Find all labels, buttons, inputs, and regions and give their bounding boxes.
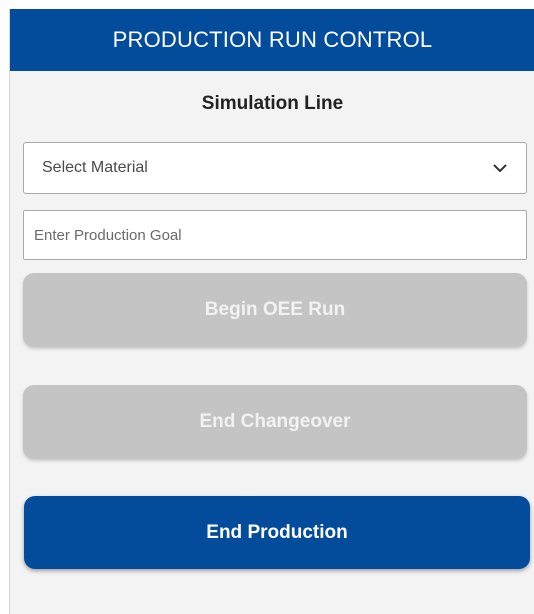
production-run-control-panel: PRODUCTION RUN CONTROL Simulation Line S… [9, 9, 534, 614]
chevron-down-icon [492, 160, 508, 176]
end-changeover-label: End Changeover [199, 411, 351, 432]
line-name: Simulation Line [201, 93, 344, 114]
material-select-value: Select Material [42, 159, 148, 176]
begin-oee-run-button[interactable]: Begin OEE Run [23, 273, 527, 347]
end-changeover-button[interactable]: End Changeover [23, 385, 527, 459]
end-production-label: End Production [206, 521, 348, 543]
begin-oee-run-label: Begin OEE Run [204, 299, 346, 320]
panel-title: PRODUCTION RUN CONTROL [112, 27, 433, 52]
production-goal-input[interactable] [23, 210, 527, 260]
material-select[interactable]: Select Material [23, 142, 527, 194]
end-production-button[interactable]: End Production [24, 496, 530, 569]
panel-header: PRODUCTION RUN CONTROL [10, 9, 534, 71]
